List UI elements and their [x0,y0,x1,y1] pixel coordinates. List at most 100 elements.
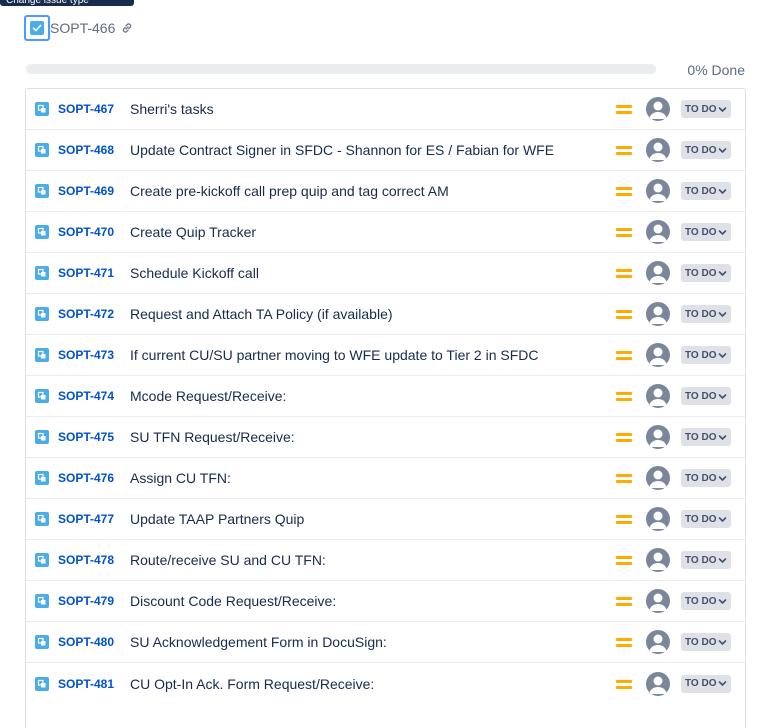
subtask-checkbox-icon [30,21,44,35]
issue-row[interactable]: SOPT-479 Discount Code Request/Receive: TO… [26,581,745,622]
unassigned-avatar-icon[interactable] [646,138,670,162]
status-dropdown[interactable]: TO DO [681,223,732,241]
issue-summary[interactable]: Sherri's tasks [130,101,214,117]
progress-label: 0% Done [687,62,745,78]
chevron-down-icon [719,681,727,686]
issue-key-link[interactable]: SOPT-474 [58,389,114,403]
chevron-down-icon [719,270,727,276]
status-dropdown[interactable]: TO DO [681,141,732,159]
issue-row[interactable]: SOPT-475 SU TFN Request/Receive: TO DO [26,417,745,458]
issue-summary[interactable]: Schedule Kickoff call [130,265,259,281]
issue-key-link[interactable]: SOPT-479 [58,594,114,608]
issue-row[interactable]: SOPT-478 Route/receive SU and CU TFN: TO D… [26,540,745,581]
issue-summary[interactable]: Create pre-kickoff call prep quip and ta… [130,183,449,199]
issue-summary[interactable]: Create Quip Tracker [130,224,256,240]
child-issue-list: SOPT-467 Sherri's tasks TO DO SOPT-468 Updat… [25,88,746,728]
parent-issue-key[interactable]: SOPT-466 [50,20,115,36]
issue-summary[interactable]: Request and Attach TA Policy (if availab… [130,306,393,322]
unassigned-avatar-icon[interactable] [646,384,670,408]
issue-row[interactable]: SOPT-480 SU Acknowledgement Form in DocuS… [26,622,745,663]
issue-row[interactable]: SOPT-467 Sherri's tasks TO DO [26,89,745,130]
issue-key-link[interactable]: SOPT-472 [58,307,114,321]
priority-medium-icon [616,308,632,320]
issue-row[interactable]: SOPT-481 CU Opt-In Ack. Form Request/Rece… [26,663,745,704]
status-label: TO DO [685,554,717,566]
issue-key-link[interactable]: SOPT-471 [58,266,114,280]
priority-medium-icon [616,267,632,279]
issue-key-link[interactable]: SOPT-469 [58,184,114,198]
issue-key-link[interactable]: SOPT-473 [58,348,114,362]
chevron-down-icon [719,147,727,153]
subtask-icon [35,102,49,116]
issue-key-link[interactable]: SOPT-480 [58,635,114,649]
issue-row[interactable]: SOPT-471 Schedule Kickoff call TO DO [26,253,745,294]
status-label: TO DO [685,144,717,156]
issue-type-button[interactable] [24,15,50,41]
tooltip: Change issue type [0,0,134,6]
issue-row[interactable]: SOPT-474 Mcode Request/Receive: TO DO [26,376,745,417]
issue-row[interactable]: SOPT-470 Create Quip Tracker TO DO [26,212,745,253]
status-dropdown[interactable]: TO DO [681,387,732,405]
issue-row[interactable]: SOPT-476 Assign CU TFN: TO DO [26,458,745,499]
priority-medium-icon [616,472,632,484]
issue-summary[interactable]: Route/receive SU and CU TFN: [130,552,326,568]
chevron-down-icon [719,188,727,194]
chevron-down-icon [719,434,727,440]
unassigned-avatar-icon[interactable] [646,589,670,613]
unassigned-avatar-icon[interactable] [646,220,670,244]
issue-key-link[interactable]: SOPT-467 [58,102,114,116]
issue-key-link[interactable]: SOPT-476 [58,471,114,485]
unassigned-avatar-icon[interactable] [646,548,670,572]
issue-key-link[interactable]: SOPT-478 [58,553,114,567]
chevron-down-icon [719,393,727,399]
unassigned-avatar-icon[interactable] [646,261,670,285]
issue-key-link[interactable]: SOPT-468 [58,143,114,157]
status-dropdown[interactable]: TO DO [681,428,732,446]
status-dropdown[interactable]: TO DO [681,469,732,487]
status-dropdown[interactable]: TO DO [681,264,732,282]
chevron-down-icon [719,516,727,522]
status-label: TO DO [685,678,717,689]
unassigned-avatar-icon[interactable] [646,302,670,326]
issue-row[interactable]: SOPT-477 Update TAAP Partners Quip TO DO [26,499,745,540]
link-icon[interactable] [120,21,134,35]
status-label: TO DO [685,103,717,115]
status-dropdown[interactable]: TO DO [681,674,732,693]
status-dropdown[interactable]: TO DO [681,633,732,651]
issue-summary[interactable]: Update Contract Signer in SFDC - Shannon… [130,142,554,158]
unassigned-avatar-icon[interactable] [646,466,670,490]
issue-key-link[interactable]: SOPT-481 [58,677,114,691]
status-dropdown[interactable]: TO DO [681,592,732,610]
issue-summary[interactable]: Assign CU TFN: [130,470,231,486]
priority-medium-icon [616,595,632,607]
status-dropdown[interactable]: TO DO [681,510,732,528]
status-dropdown[interactable]: TO DO [681,346,732,364]
issue-summary[interactable]: Discount Code Request/Receive: [130,593,336,609]
unassigned-avatar-icon[interactable] [646,179,670,203]
status-dropdown[interactable]: TO DO [681,305,732,323]
issue-row[interactable]: SOPT-468 Update Contract Signer in SFDC -… [26,130,745,171]
priority-medium-icon [616,103,632,115]
issue-summary[interactable]: SU Acknowledgement Form in DocuSign: [130,634,387,650]
issue-summary[interactable]: SU TFN Request/Receive: [130,429,295,445]
issue-summary[interactable]: Update TAAP Partners Quip [130,511,304,527]
chevron-down-icon [719,557,727,563]
issue-summary[interactable]: Mcode Request/Receive: [130,388,286,404]
issue-summary[interactable]: CU Opt-In Ack. Form Request/Receive: [130,676,374,692]
unassigned-avatar-icon[interactable] [646,97,670,121]
issue-summary[interactable]: If current CU/SU partner moving to WFE u… [130,347,538,363]
issue-key-link[interactable]: SOPT-475 [58,430,114,444]
unassigned-avatar-icon[interactable] [646,343,670,367]
issue-row[interactable]: SOPT-472 Request and Attach TA Policy (if… [26,294,745,335]
issue-row[interactable]: SOPT-473 If current CU/SU partner moving … [26,335,745,376]
status-dropdown[interactable]: TO DO [681,182,732,200]
status-dropdown[interactable]: TO DO [681,551,732,569]
unassigned-avatar-icon[interactable] [646,671,670,696]
issue-row[interactable]: SOPT-469 Create pre-kickoff call prep qui… [26,171,745,212]
issue-key-link[interactable]: SOPT-470 [58,225,114,239]
unassigned-avatar-icon[interactable] [646,507,670,531]
status-dropdown[interactable]: TO DO [681,100,732,118]
unassigned-avatar-icon[interactable] [646,630,670,654]
issue-key-link[interactable]: SOPT-477 [58,512,114,526]
unassigned-avatar-icon[interactable] [646,425,670,449]
